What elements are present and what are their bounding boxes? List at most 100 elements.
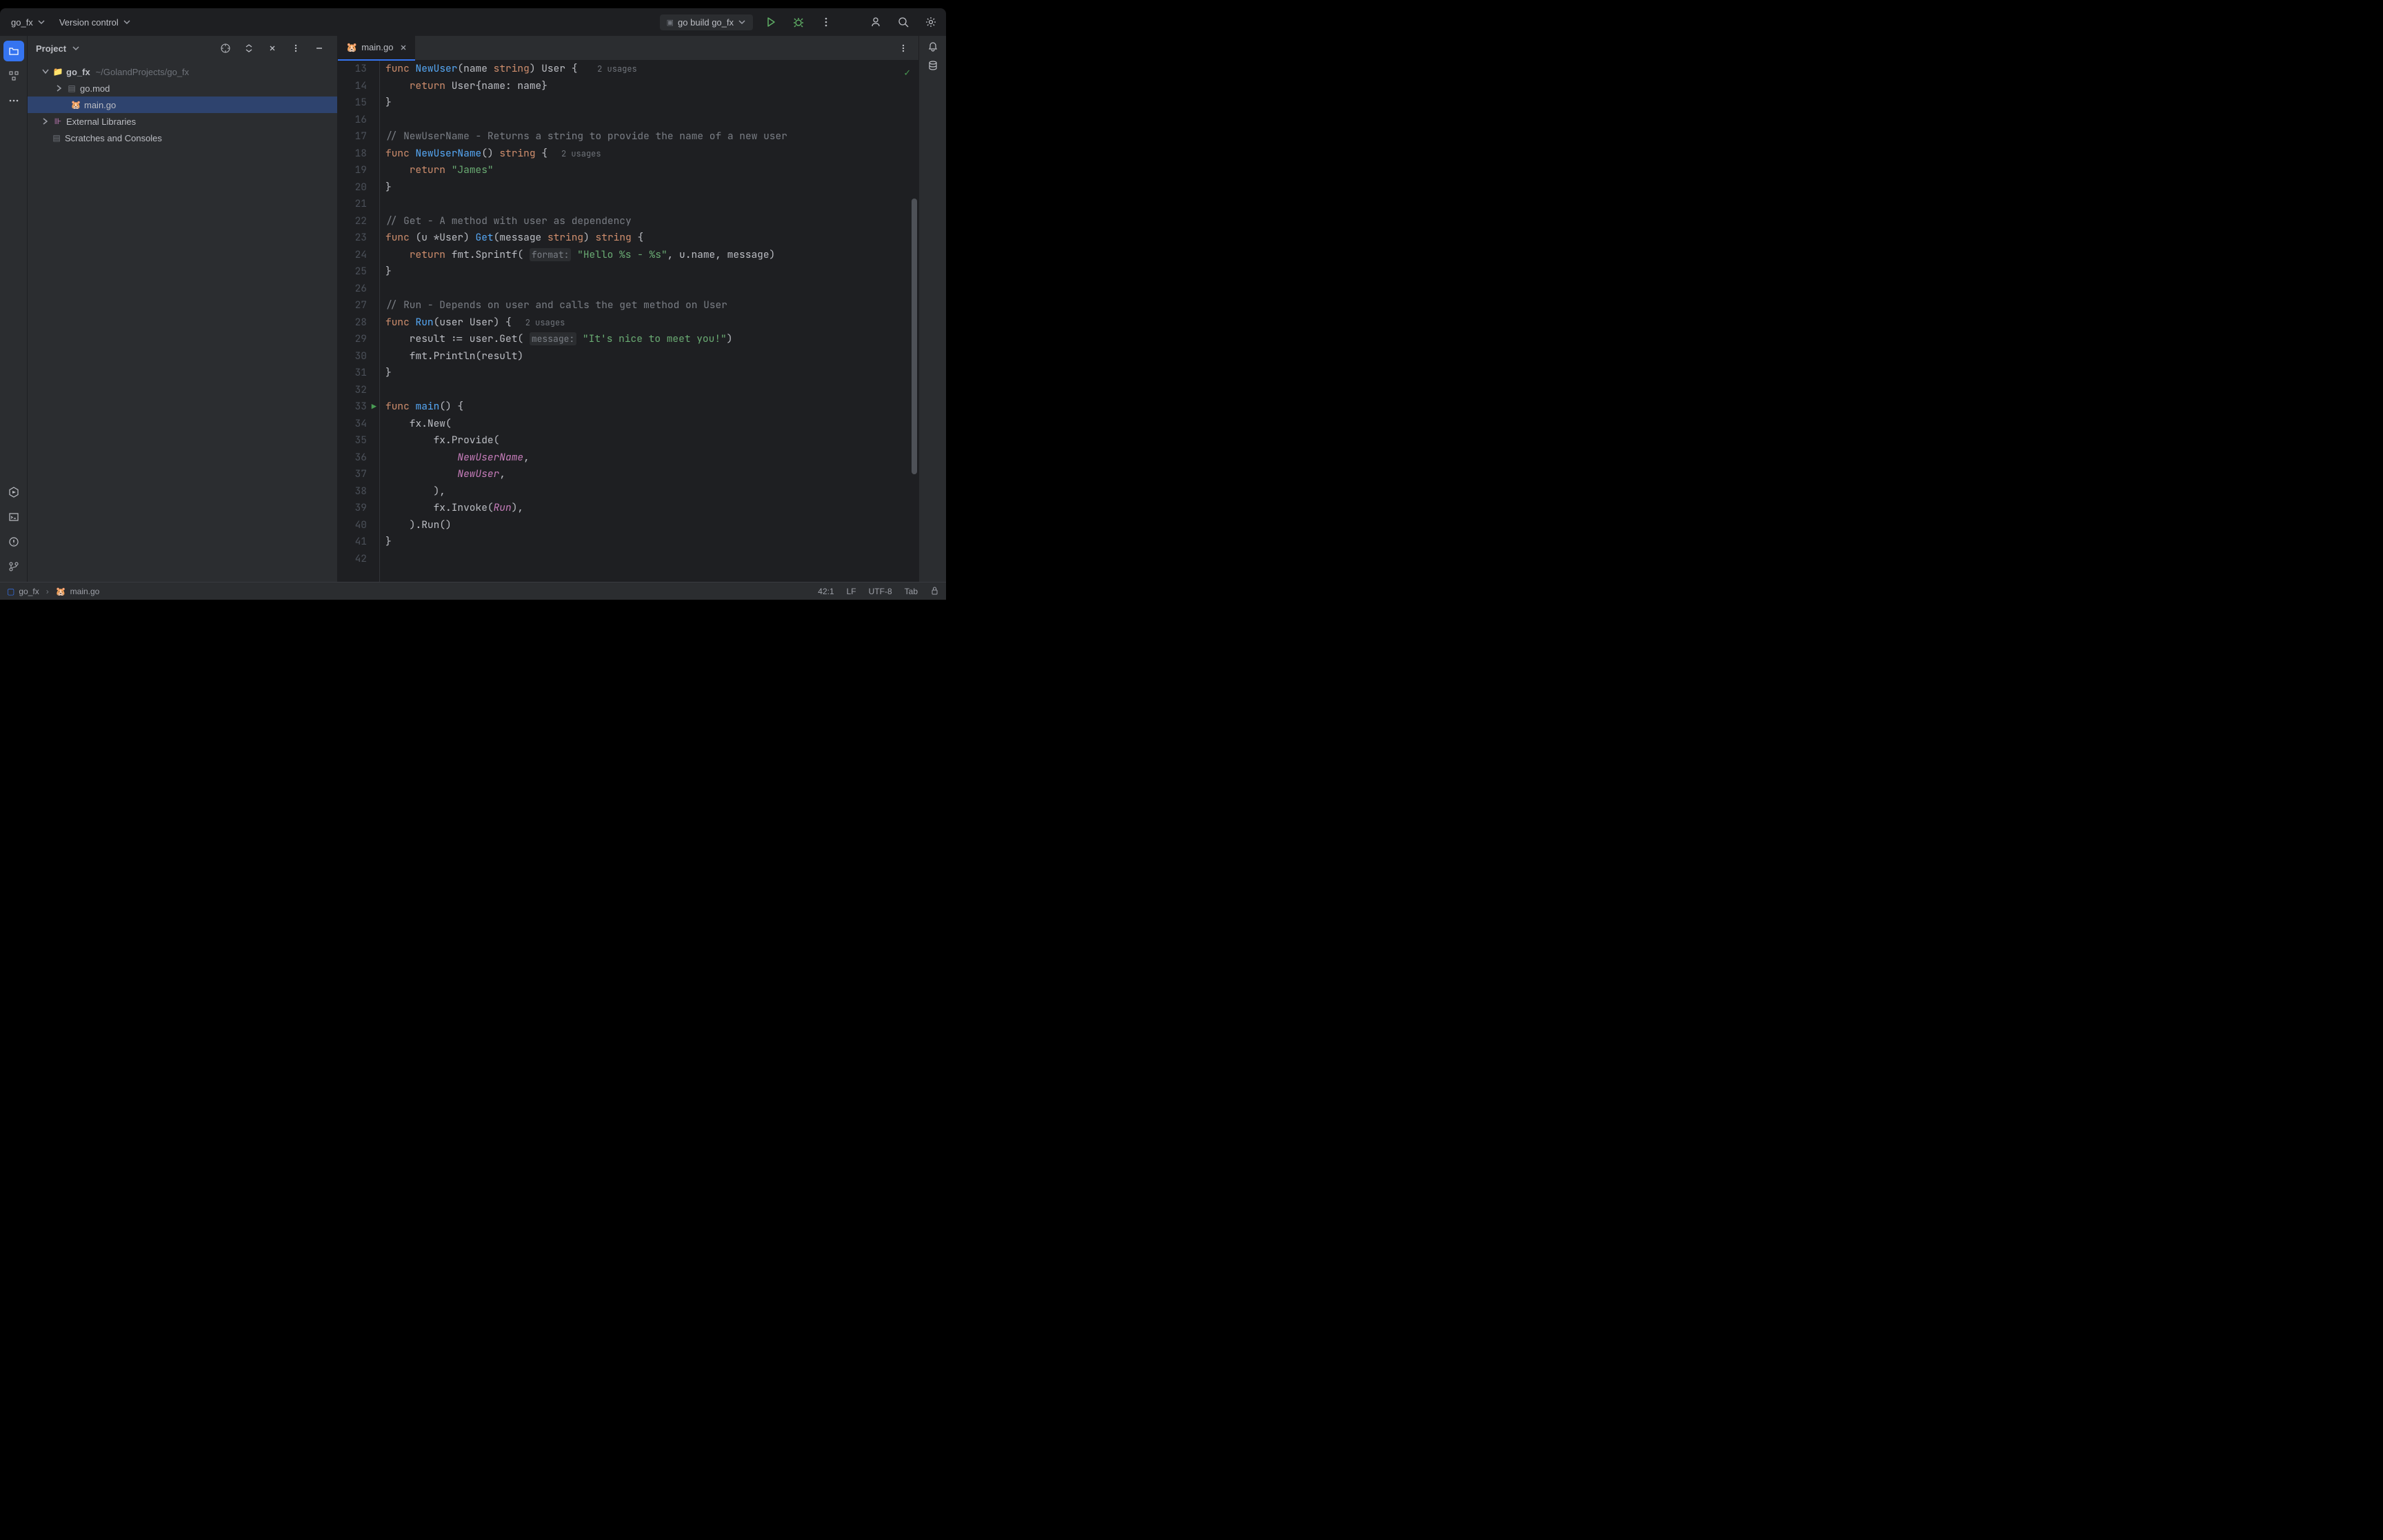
collapse-x-icon <box>268 43 277 53</box>
line-number: 28 <box>338 314 367 332</box>
tree-root[interactable]: 📁 go_fx ~/GolandProjects/go_fx <box>28 63 337 80</box>
line-number: 27 <box>338 297 367 314</box>
search-icon <box>898 17 909 28</box>
tree-scratches[interactable]: ▤ Scratches and Consoles <box>28 130 337 146</box>
more-vertical-icon <box>898 43 908 53</box>
code-line: NewUserName, <box>385 449 918 467</box>
encoding[interactable]: UTF-8 <box>869 587 892 596</box>
code-line: ).Run() <box>385 517 918 534</box>
line-number: 36 <box>338 449 367 467</box>
line-number: 18 <box>338 145 367 163</box>
code-line: func (u *User) Get(message string) strin… <box>385 230 918 247</box>
scrollbar-thumb[interactable] <box>912 199 917 474</box>
tree-external-libs[interactable]: ⊪ External Libraries <box>28 113 337 130</box>
tree-item-maingo[interactable]: 🐹 main.go <box>28 97 337 113</box>
cursor-position[interactable]: 42:1 <box>818 587 834 596</box>
database-button[interactable] <box>927 60 938 73</box>
code-with-me-button[interactable] <box>866 12 885 32</box>
tree-maingo-label: main.go <box>84 100 116 110</box>
line-number: 14 <box>338 78 367 95</box>
expand-all-button[interactable] <box>239 39 259 58</box>
code-line: } <box>385 179 918 196</box>
debug-button[interactable] <box>789 12 808 32</box>
go-file-icon: 🐹 <box>70 99 81 110</box>
bug-icon <box>793 17 804 28</box>
line-number: 26 <box>338 281 367 298</box>
tab-more-button[interactable] <box>894 39 913 58</box>
git-tool-button[interactable] <box>3 556 24 577</box>
project-tool-button[interactable] <box>3 41 24 61</box>
chevron-down-icon <box>37 18 46 26</box>
code-line <box>385 196 918 213</box>
code-line: // Run - Depends on user and calls the g… <box>385 297 918 314</box>
indent[interactable]: Tab <box>905 587 918 596</box>
more-vertical-icon <box>291 43 301 53</box>
project-selector[interactable]: go_fx <box>11 17 46 28</box>
breadcrumb-project[interactable]: go_fx <box>19 587 39 596</box>
hide-panel-button[interactable] <box>310 39 329 58</box>
scratch-icon: ▤ <box>51 132 62 143</box>
target-icon <box>220 43 231 54</box>
line-number: 30 <box>338 348 367 365</box>
tree-scratches-label: Scratches and Consoles <box>65 133 162 143</box>
line-number: 37 <box>338 466 367 483</box>
project-panel: Project 📁 go_fx ~/GolandProjects/go_fx <box>28 36 338 582</box>
code-area[interactable]: ✓ func NewUser(name string) User { 2 usa… <box>379 61 918 582</box>
close-icon[interactable] <box>400 44 407 51</box>
readonly-lock-icon[interactable] <box>930 586 939 597</box>
line-number: 25 <box>338 263 367 281</box>
chevron-right-icon <box>55 84 63 92</box>
code-line: } <box>385 365 918 382</box>
tree-item-gomod[interactable]: ▤ go.mod <box>28 80 337 97</box>
breadcrumb-file[interactable]: main.go <box>70 587 100 596</box>
module-indicator-icon: ▢ <box>7 587 14 596</box>
run-button[interactable] <box>761 12 781 32</box>
line-number: 34 <box>338 416 367 433</box>
code-line: return User{name: name} <box>385 78 918 95</box>
line-ending[interactable]: LF <box>847 587 856 596</box>
panel-options-button[interactable] <box>286 39 305 58</box>
structure-tool-button[interactable] <box>3 65 24 86</box>
run-line-icon[interactable]: ▶ <box>372 398 376 416</box>
editor-tab-bar: 🐹 main.go <box>338 36 918 61</box>
person-icon <box>870 17 881 28</box>
vcs-selector[interactable]: Version control <box>59 17 131 28</box>
code-line: func Run(user User) {2 usages <box>385 314 918 332</box>
code-line: func NewUser(name string) User { 2 usage… <box>385 61 918 78</box>
problems-tool-button[interactable] <box>3 531 24 552</box>
chevron-down-icon <box>738 18 746 26</box>
more-tool-button[interactable] <box>3 90 24 111</box>
code-line <box>385 112 918 129</box>
editor-panel: 🐹 main.go 13 14 15 16 17 18 19 20 <box>338 36 918 582</box>
run-config-selector[interactable]: ▣ go build go_fx <box>660 14 753 30</box>
line-number-gutter: 13 14 15 16 17 18 19 20 21 22 23 24 25 2… <box>338 61 379 582</box>
go-build-icon: ▣ <box>667 18 674 27</box>
code-line: } <box>385 94 918 112</box>
chevron-down-icon[interactable] <box>72 44 80 52</box>
line-number: 35 <box>338 432 367 449</box>
code-line: fmt.Println(result) <box>385 348 918 365</box>
terminal-tool-button[interactable] <box>3 507 24 527</box>
notifications-button[interactable] <box>927 41 938 54</box>
select-opened-button[interactable] <box>216 39 235 58</box>
go-file-icon: 🐹 <box>56 587 66 596</box>
more-button[interactable] <box>816 12 836 32</box>
search-button[interactable] <box>894 12 913 32</box>
status-bar: ▢ go_fx › 🐹 main.go 42:1 LF UTF-8 Tab <box>0 582 946 600</box>
chevron-right-icon <box>41 117 50 125</box>
code-line: return "James" <box>385 162 918 179</box>
line-number: 42 <box>338 551 367 568</box>
code-line: result := user.Get( message: "It's nice … <box>385 331 918 348</box>
code-line: NewUser, <box>385 466 918 483</box>
collapse-all-button[interactable] <box>263 39 282 58</box>
line-number: 23 <box>338 230 367 247</box>
project-tree: 📁 go_fx ~/GolandProjects/go_fx ▤ go.mod … <box>28 61 337 149</box>
terminal-icon <box>8 511 19 523</box>
editor-tab-maingo[interactable]: 🐹 main.go <box>338 36 415 61</box>
settings-button[interactable] <box>921 12 941 32</box>
folder-icon: 📁 <box>52 66 63 77</box>
scrollbar-track[interactable] <box>909 61 918 582</box>
editor-body[interactable]: 13 14 15 16 17 18 19 20 21 22 23 24 25 2… <box>338 61 918 582</box>
line-number: 17 <box>338 128 367 145</box>
services-tool-button[interactable] <box>3 482 24 503</box>
